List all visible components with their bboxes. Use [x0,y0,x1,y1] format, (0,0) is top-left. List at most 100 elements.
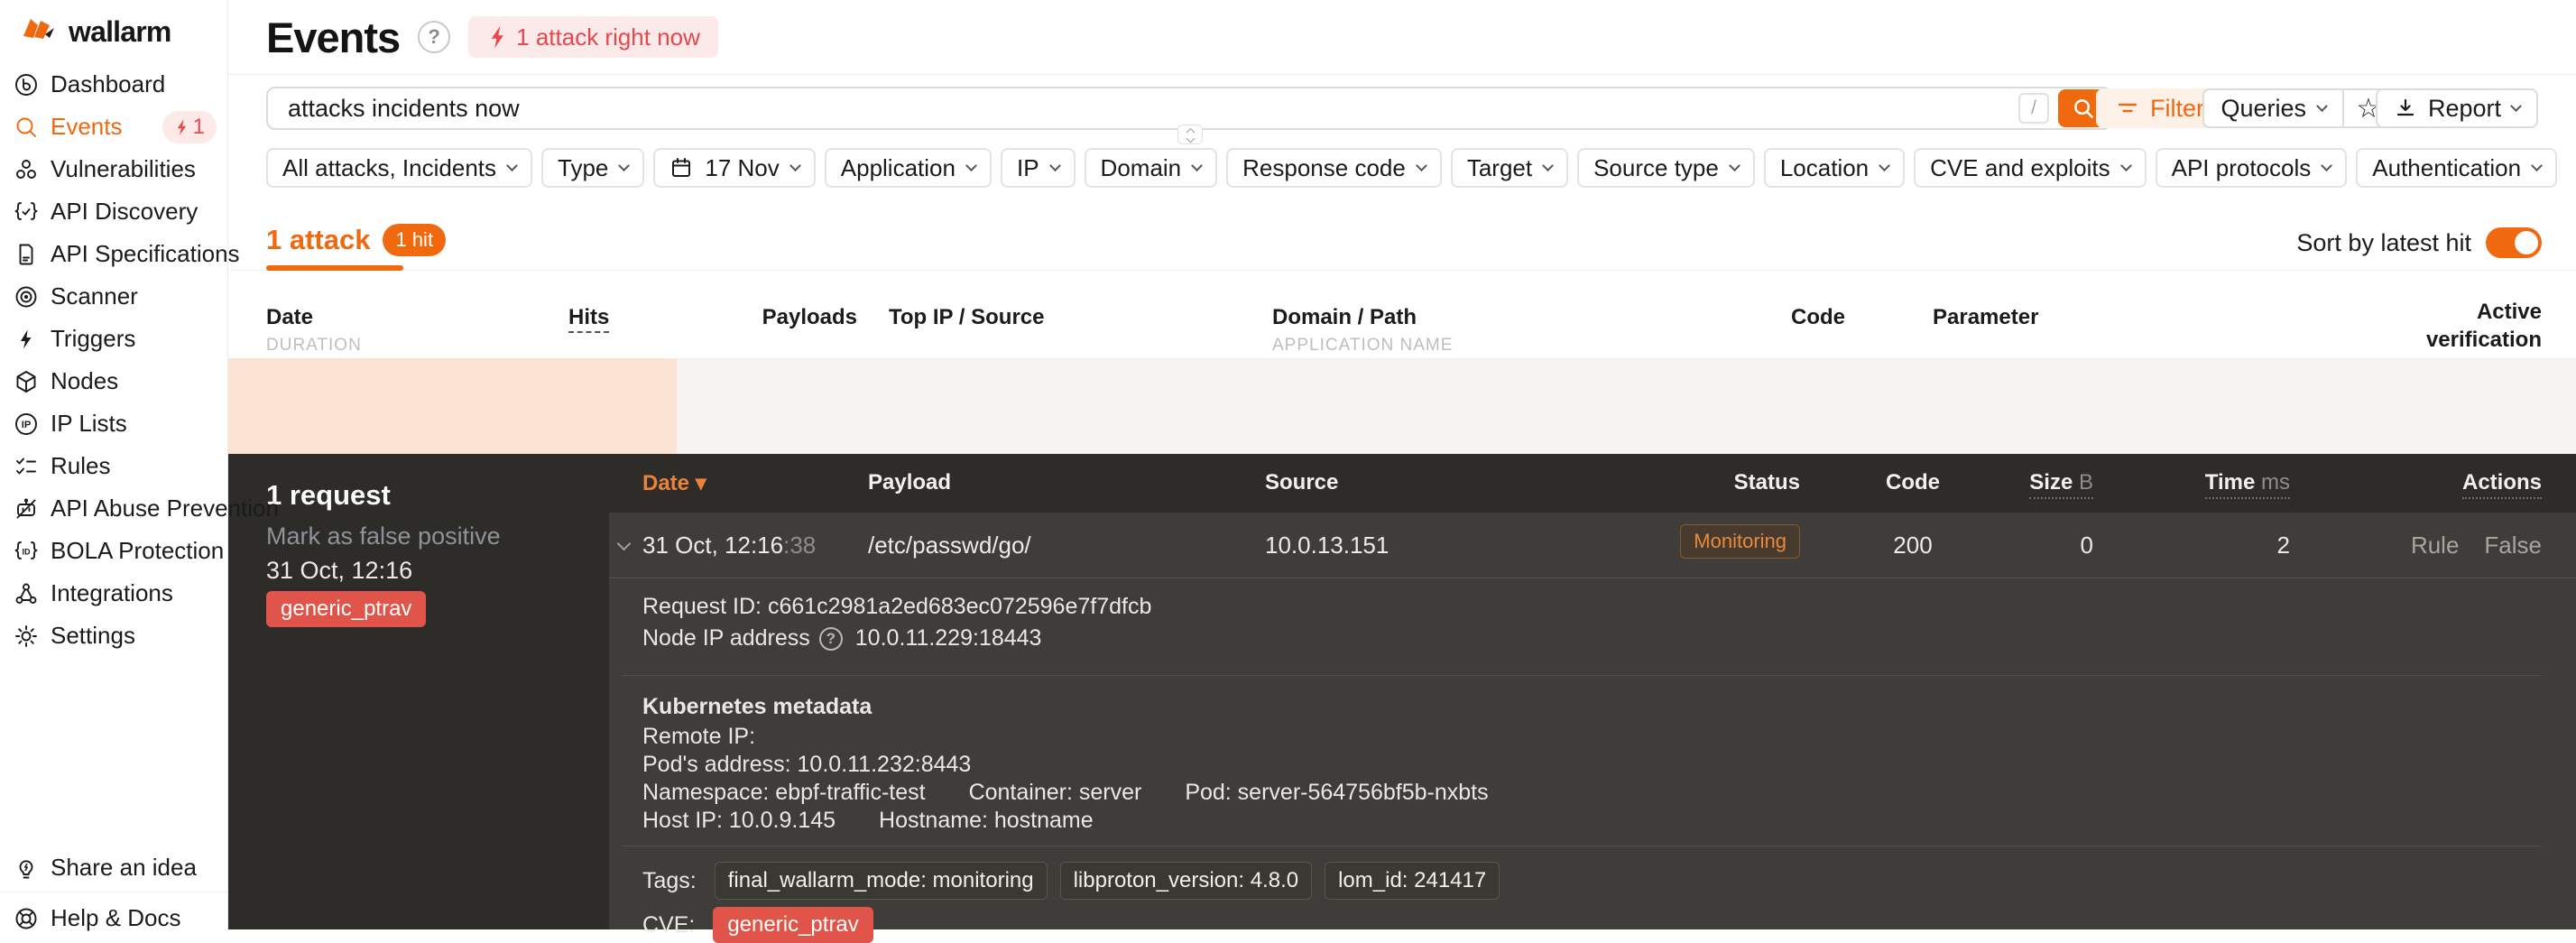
action-rule[interactable]: Rule [2411,532,2459,559]
sidebar-item-api-discovery[interactable]: API Discovery [0,190,227,233]
event-date: 31 Oct, 12:16 [266,557,413,584]
chip-application[interactable]: Application [824,148,992,188]
chip-target[interactable]: Target [1450,148,1569,188]
svg-text:ID: ID [23,547,32,556]
col-code: Code [1791,305,1845,329]
attack-row[interactable]: 17 Nov, 14:07 now 1 1 Path Traversal NO … [228,358,2576,807]
help-icon[interactable]: ? [418,21,451,53]
question-icon[interactable]: ? [818,626,843,651]
slash-shortcut-key: / [2018,93,2049,124]
chip-date[interactable]: 17 Nov [653,148,816,188]
col-application-name: APPLICATION NAME [1272,336,1454,355]
sidebar-item-events[interactable]: Events 1 [0,106,227,148]
sidebar-item-scanner[interactable]: Scanner [0,275,227,318]
chip-cve[interactable]: CVE and exploits [1914,148,2147,188]
sidebar-item-rules[interactable]: Rules [0,445,227,487]
attack-right-now-banner[interactable]: 1 attack right now [468,16,718,58]
search-resize-handle[interactable] [1177,125,1203,144]
chip-domain[interactable]: Domain [1084,148,1218,188]
cube-icon [14,369,39,394]
col-payloads: Payloads [762,305,857,329]
sidebar-item-nodes[interactable]: Nodes [0,360,227,402]
sidebar-item-help-docs[interactable]: Help & Docs [0,897,227,939]
chip-type[interactable]: Type [541,148,645,188]
request-source: 10.0.13.151 [1265,532,1390,559]
svg-text:IP: IP [22,420,31,430]
sidebar-nav: Dashboard Events 1 Vulnerabilities API D… [0,63,279,657]
sidebar-item-bola-protection[interactable]: ID BOLA Protection [0,530,227,572]
detail-col-actions[interactable]: Actions [2461,470,2542,499]
request-payload: /etc/passwd/go/ [868,532,1031,559]
request-time: 2 [2276,532,2290,559]
sidebar-item-ip-lists[interactable]: IP IP Lists [0,402,227,445]
ip-circle-icon: IP [14,411,39,437]
detail-col-source: Source [1265,470,1339,495]
tag-chip: final_wallarm_mode: monitoring [714,862,1048,900]
chip-api-protocols[interactable]: API protocols [2155,148,2348,188]
chip-response-code[interactable]: Response code [1226,148,1442,188]
chip-attack-type[interactable]: All attacks, Incidents [266,148,532,188]
scanner-icon [14,284,39,310]
chip-location[interactable]: Location [1763,148,1906,188]
tags-line: Tags: final_wallarm_mode: monitoring lib… [642,862,1500,900]
cve-line: CVE: generic_ptrav [642,907,873,943]
search-bar: / [266,87,2112,130]
lightning-icon [14,327,39,352]
braces-check-icon [14,199,39,225]
cve-badge: generic_ptrav [713,907,873,943]
sidebar-item-triggers[interactable]: Triggers [0,318,227,360]
tab-baseline [228,270,2576,271]
request-id-line: Request ID: c661c2981a2ed683ec072596e7f7… [642,594,1152,619]
detail-col-date-sort[interactable]: Date ▾ [642,470,706,496]
chevron-down-icon [2510,99,2522,112]
col-parameter: Parameter [1933,305,2039,329]
sidebar-item-api-specifications[interactable]: API Specifications [0,233,240,275]
wallarm-logo-icon [22,14,60,50]
request-actions: Rule False [2411,532,2542,559]
chip-source-type[interactable]: Source type [1577,148,1755,188]
event-detail-panel: 1 request Mark as false positive 31 Oct,… [228,454,2576,943]
search-input[interactable] [268,88,2018,128]
request-date[interactable]: 31 Oct, 12:16:38 [642,532,816,559]
col-top-ip: Top IP / Source [889,305,1045,329]
search-icon [2073,98,2093,118]
attack-type-badge: generic_ptrav [266,591,427,627]
col-hits[interactable]: Hits [568,305,610,333]
detail-col-size[interactable]: Size B [1967,470,2093,499]
chip-ip[interactable]: IP [1000,148,1076,188]
network-icon [14,581,39,606]
col-active-verification: Active verification [2425,300,2542,352]
sidebar-item-api-abuse-prevention[interactable]: API Abuse Prevention [0,487,279,530]
biohazard-icon [14,157,39,182]
queries-button[interactable]: Queries [2204,90,2342,126]
action-false[interactable]: False [2484,532,2542,559]
chevron-down-icon [2316,99,2328,112]
sidebar-item-integrations[interactable]: Integrations [0,572,227,615]
detail-col-status: Status [1733,470,1800,495]
hit-count-badge: 1 hit [383,224,447,256]
tab-active-underline [266,265,403,271]
search-icon [14,115,39,140]
filter-chips: All attacks, Incidents Type 17 Nov Appli… [266,148,2558,188]
document-icon [14,242,39,267]
namespace-line: Namespace: ebpf-traffic-test Container: … [642,780,1489,805]
events-attack-badge: 1 [162,110,217,143]
sidebar: wallarm Dashboard Events 1 Vulnerabiliti… [0,0,279,931]
sort-toggle[interactable] [2486,227,2542,258]
sidebar-item-settings[interactable]: Settings [0,615,227,657]
sort-by-latest-hit-label: Sort by latest hit [2296,228,2471,256]
report-button[interactable]: Report [2375,88,2538,128]
sidebar-item-vulnerabilities[interactable]: Vulnerabilities [0,148,227,190]
host-line: Host IP: 10.0.9.145 Hostname: hostname [642,808,1094,833]
request-status: Monitoring [1620,524,1800,559]
chip-authentication[interactable]: Authentication [2356,148,2558,188]
detail-col-time[interactable]: Time ms [2146,470,2290,499]
mark-false-positive-link[interactable]: Mark as false positive [266,522,501,550]
sidebar-item-dashboard[interactable]: Dashboard [0,63,227,106]
wallarm-logo[interactable]: wallarm [22,14,171,50]
sidebar-item-share-idea[interactable]: Share an idea [0,846,227,889]
request-size: 0 [2080,532,2093,559]
tab-attacks[interactable]: 1 attack 1 hit [266,224,447,256]
header-divider [228,74,2576,75]
attack-row-highlight [228,358,677,454]
